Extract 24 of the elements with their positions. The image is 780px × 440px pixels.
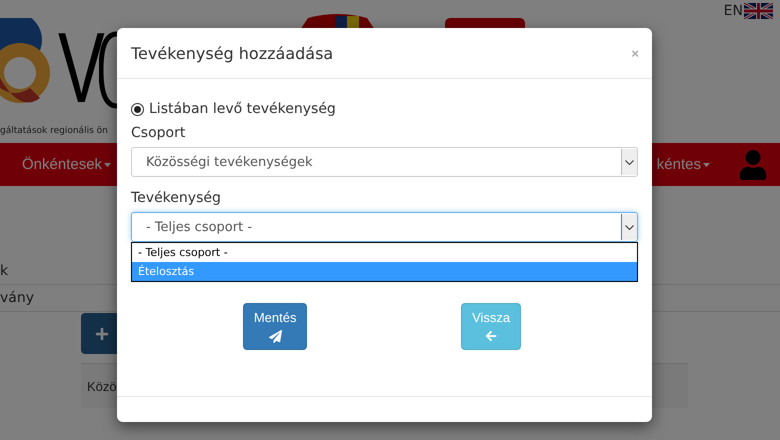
close-button[interactable]: × bbox=[631, 46, 639, 60]
plus-icon bbox=[95, 326, 109, 340]
field-label: Tevékenység bbox=[131, 190, 222, 206]
nav-item[interactable]: Önkéntesek bbox=[22, 156, 112, 173]
arrow-left-icon bbox=[485, 330, 498, 342]
caret-icon bbox=[703, 162, 710, 166]
dialog-button[interactable]: Mentés bbox=[242, 303, 308, 350]
language-label[interactable]: EN bbox=[724, 3, 743, 19]
caret-icon bbox=[104, 162, 112, 166]
panel-text: Közö bbox=[87, 378, 117, 394]
select-field[interactable]: Közösségi tevékenységek bbox=[131, 147, 638, 177]
dialog-title: Tevékenység hozzáadása bbox=[131, 44, 334, 62]
chevron-down-icon bbox=[625, 160, 634, 164]
uk-flag-icon[interactable] bbox=[744, 3, 773, 19]
row-text: k bbox=[0, 263, 8, 279]
dropdown-option[interactable]: Ételosztás bbox=[132, 262, 637, 281]
radio-button[interactable] bbox=[131, 102, 144, 116]
radio-label[interactable]: Listában levő tevékenység bbox=[149, 101, 336, 117]
paper-plane-icon bbox=[268, 330, 282, 343]
field-label: Csoport bbox=[131, 125, 186, 141]
row-text: vány bbox=[0, 290, 34, 306]
nav-item[interactable]: kéntes bbox=[656, 156, 710, 173]
select-field[interactable]: - Teljes csoport - bbox=[131, 212, 638, 242]
chevron-down-icon bbox=[625, 224, 634, 230]
